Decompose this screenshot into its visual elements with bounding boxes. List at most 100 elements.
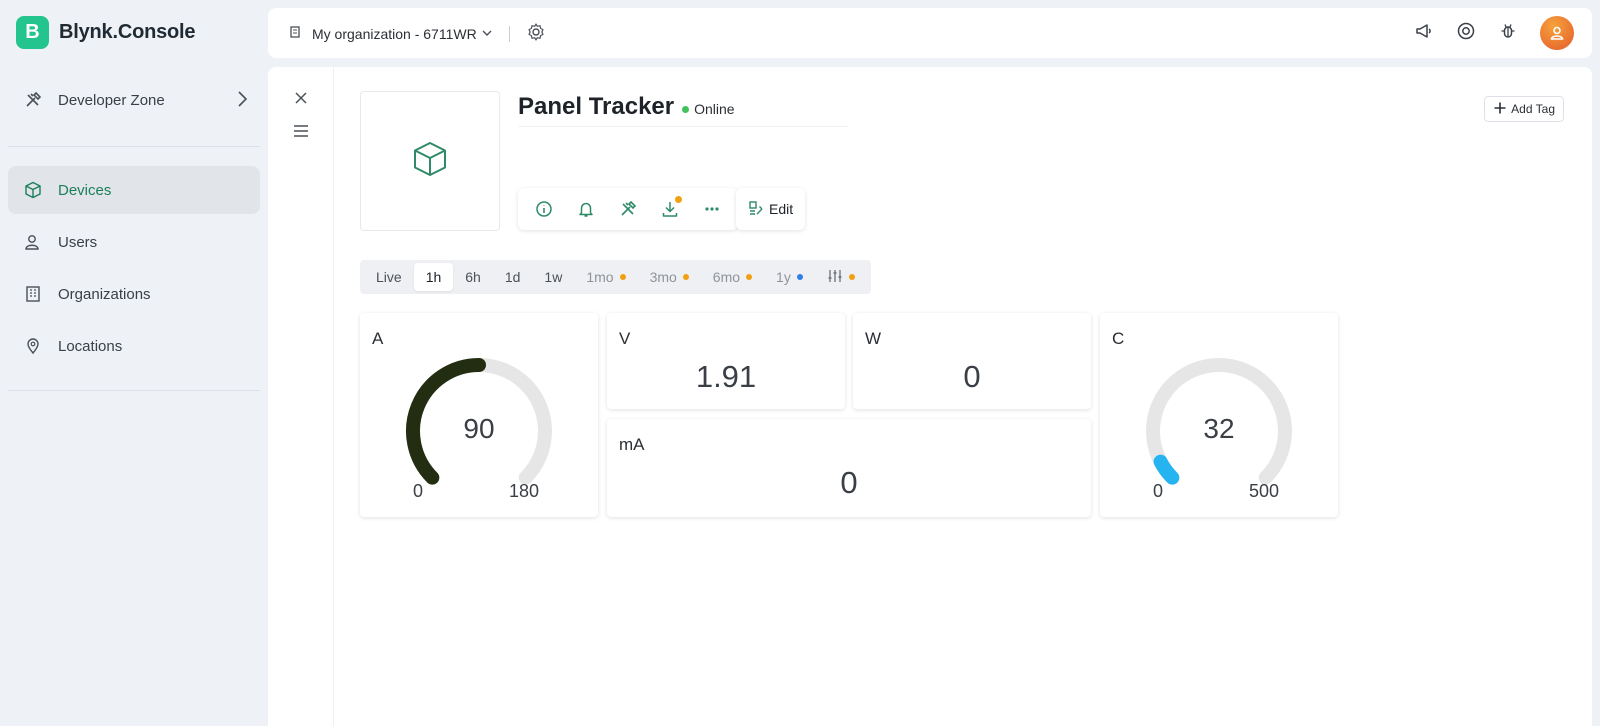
organization-name: My organization - 6711WR: [312, 25, 477, 42]
tab-3mo[interactable]: 3mo: [638, 263, 701, 291]
separator: [508, 25, 510, 42]
tab-live[interactable]: Live: [364, 263, 414, 291]
widget-value-w[interactable]: W 0: [853, 313, 1091, 409]
edit-button[interactable]: Edit: [736, 188, 806, 230]
menu-icon[interactable]: [290, 120, 312, 142]
cube-icon: [411, 140, 449, 183]
premium-dot: [796, 274, 803, 280]
tab-6h[interactable]: 6h: [453, 263, 493, 291]
sidebar-item-developer-zone[interactable]: Developer Zone: [8, 76, 260, 124]
gauge-fill: [1153, 454, 1180, 485]
building-icon: [288, 25, 302, 42]
add-tag-button[interactable]: Add Tag: [1484, 96, 1564, 122]
status-dot: [682, 105, 690, 113]
tab-label: 6h: [465, 269, 481, 285]
premium-dot: [746, 274, 753, 280]
sidebar-divider: [8, 390, 260, 391]
widget-value: 1.91: [695, 359, 757, 394]
description-field[interactable]: [518, 126, 848, 127]
gauge-min: 0: [413, 481, 424, 501]
plus-icon: [1493, 101, 1507, 118]
tab-1h[interactable]: 1h: [413, 263, 454, 291]
widget-gauge-c[interactable]: C 32 0 500: [1100, 313, 1338, 517]
gauge-min: 0: [1153, 481, 1164, 501]
sidebar-item-devices[interactable]: Devices: [8, 166, 260, 214]
tab-label: 3mo: [649, 269, 677, 285]
device-name: Panel Tracker: [518, 93, 675, 120]
sidebar-item-organizations[interactable]: Organizations: [8, 270, 260, 318]
device-panel: Panel Tracker Online Edit Add Tag Live 1…: [268, 67, 1592, 726]
device-actions: [518, 188, 738, 230]
megaphone-icon[interactable]: [1414, 21, 1434, 46]
developer-tools-button[interactable]: [610, 194, 646, 224]
wrench-hammer-icon: [24, 91, 42, 109]
widget-value-ma[interactable]: mA 0: [607, 419, 1091, 517]
sidebar: B Blynk.Console Developer Zone Devices U…: [0, 0, 268, 726]
tab-6mo[interactable]: 6mo: [701, 263, 764, 291]
widget-label: mA: [619, 435, 645, 454]
building-icon: [24, 285, 42, 303]
panel-rail: [268, 67, 334, 726]
premium-dot: [848, 274, 855, 280]
brand-logo: B: [16, 16, 49, 49]
sidebar-item-users[interactable]: Users: [8, 218, 260, 266]
info-button[interactable]: [526, 194, 562, 224]
sidebar-item-label: Devices: [58, 181, 112, 199]
tab-label: 1y: [776, 269, 791, 285]
gauge-value: 32: [1203, 413, 1235, 444]
location-pin-icon: [24, 337, 42, 355]
chevron-down-icon[interactable]: [481, 26, 493, 42]
brand-name: Blynk.Console: [59, 21, 196, 43]
sidebar-item-label: Locations: [58, 337, 123, 355]
notifications-button[interactable]: [568, 194, 604, 224]
tab-label: 1d: [504, 269, 521, 285]
premium-dot: [619, 274, 626, 280]
organization-selector[interactable]: My organization - 6711WR: [288, 22, 546, 45]
add-tag-label: Add Tag: [1511, 102, 1555, 116]
cube-icon: [24, 181, 42, 199]
chevron-right-icon: [236, 90, 248, 112]
tab-1w[interactable]: 1w: [532, 263, 574, 291]
premium-dot: [682, 274, 689, 280]
sidebar-item-locations[interactable]: Locations: [8, 322, 260, 370]
gauge-max: 180: [509, 481, 540, 501]
device-image[interactable]: [360, 91, 500, 231]
device-header: Panel Tracker Online: [518, 93, 735, 121]
close-icon[interactable]: [290, 87, 312, 109]
time-range-tabs: Live 1h 6h 1d 1w 1mo 3mo 6mo 1y: [360, 260, 871, 294]
download-button[interactable]: [652, 194, 688, 224]
tab-custom-range[interactable]: [815, 263, 867, 291]
sidebar-item-label: Users: [58, 233, 98, 251]
widget-label: V: [619, 329, 631, 348]
tab-1mo[interactable]: 1mo: [574, 263, 637, 291]
gauge-max: 500: [1249, 481, 1280, 501]
widget-value: 0: [963, 359, 981, 394]
update-badge-dot: [675, 196, 682, 203]
widget-label: W: [865, 329, 882, 348]
bug-icon[interactable]: [1498, 21, 1518, 46]
top-bar: My organization - 6711WR: [268, 8, 1592, 58]
sidebar-item-label: Developer Zone: [58, 91, 165, 109]
tab-1y[interactable]: 1y: [764, 263, 815, 291]
tab-label: 1h: [425, 269, 442, 285]
widget-value-v[interactable]: V 1.91: [607, 313, 845, 409]
sidebar-divider: [8, 146, 260, 147]
tab-label: 1mo: [586, 269, 614, 285]
tab-1d[interactable]: 1d: [493, 263, 533, 291]
tab-label: 6mo: [712, 269, 741, 285]
sidebar-item-label: Organizations: [58, 285, 151, 303]
more-options-button[interactable]: [694, 194, 730, 224]
tab-label: 1w: [544, 269, 563, 285]
widget-gauge-a[interactable]: A 90 0 180: [360, 313, 598, 517]
top-icons: [1414, 16, 1574, 50]
help-lifebuoy-icon[interactable]: [1456, 21, 1476, 46]
gauge-value: 90: [463, 413, 495, 444]
brand[interactable]: B Blynk.Console: [16, 16, 196, 49]
dashboard-edit-icon: [748, 200, 764, 219]
widget-value: 0: [840, 465, 858, 500]
sliders-icon: [827, 268, 843, 287]
edit-label: Edit: [769, 201, 794, 217]
gear-icon[interactable]: [526, 22, 546, 45]
avatar[interactable]: [1540, 16, 1574, 50]
status-badge: Online: [682, 101, 735, 117]
